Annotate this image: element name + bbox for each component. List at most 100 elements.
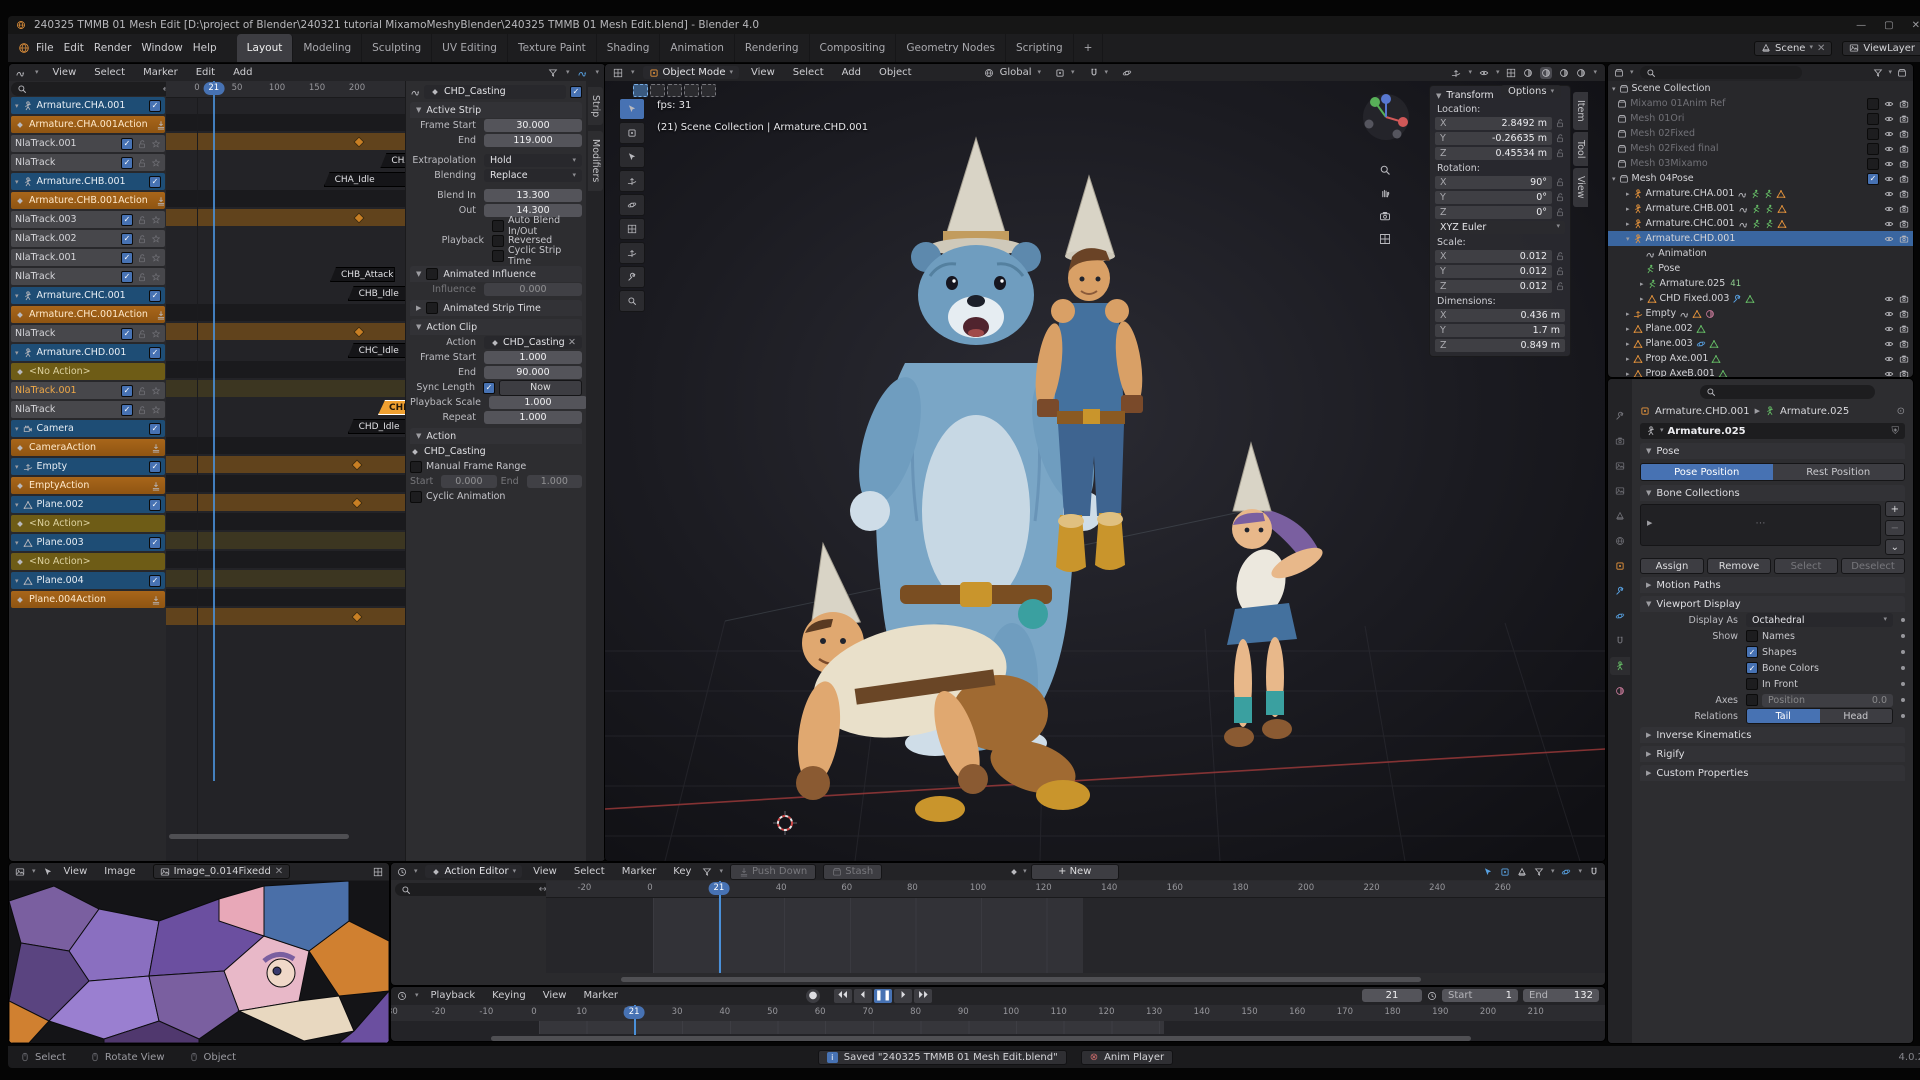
exclude-checkbox[interactable]	[1867, 128, 1879, 140]
transform-value-field[interactable]: Y-0.26635 m	[1435, 132, 1552, 145]
nla-track[interactable]: NlaTrack✓	[11, 154, 165, 171]
outliner-row[interactable]: ▸Prop Axe.001	[1608, 351, 1913, 366]
timeline-ruler[interactable]: -30-20-100102030405060708090100110120130…	[391, 1005, 1605, 1021]
viewport-3d[interactable]: ▾ Object Mode▾ ViewSelectAddObject Globa…	[604, 63, 1606, 862]
select-mode-extend[interactable]	[650, 84, 665, 97]
tweak-tool[interactable]	[619, 98, 645, 120]
strip-sync-icon[interactable]	[410, 87, 420, 97]
data-tab[interactable]	[1610, 657, 1630, 675]
nla-strip-row[interactable]	[166, 304, 405, 321]
frame-start-field[interactable]: Start1	[1442, 989, 1518, 1002]
menu-render[interactable]: Render	[90, 42, 135, 54]
dopesheet-ruler[interactable]: -200204060801001201401601802002202402602…	[546, 881, 1605, 898]
shading-rendered-icon[interactable]	[1576, 68, 1586, 78]
outliner-search-input[interactable]	[1640, 66, 1802, 79]
cyclic-anim-checkbox[interactable]	[410, 491, 422, 503]
keyframe-diamond[interactable]	[351, 497, 362, 508]
pin-icon[interactable]	[43, 867, 53, 877]
nla-track[interactable]: NlaTrack.001✓	[11, 249, 165, 266]
remove-button[interactable]: Remove	[1707, 558, 1771, 574]
relations-tail-button[interactable]: Tail	[1747, 709, 1820, 723]
exclude-checkbox[interactable]	[1867, 113, 1879, 125]
cancel-job-icon[interactable]: ⊗	[1090, 1052, 1098, 1063]
add-workspace-button[interactable]: +	[1074, 34, 1104, 62]
shapes-checkbox[interactable]: ✓	[1746, 646, 1758, 658]
nla-action-track[interactable]: CameraAction	[11, 439, 165, 456]
track-enable-checkbox[interactable]: ✓	[149, 461, 161, 473]
nla-object-track[interactable]: ▾Camera✓	[11, 420, 165, 437]
bone-collections-panel-header[interactable]: ▼Bone Collections	[1640, 485, 1905, 501]
exclude-checkbox[interactable]	[1867, 158, 1879, 170]
frame-end-field[interactable]: End132	[1523, 989, 1599, 1002]
outliner-display-mode-icon[interactable]	[1614, 68, 1624, 78]
outliner-row[interactable]: ▸CHD Fixed.003	[1608, 291, 1913, 306]
menu-object[interactable]: Object	[875, 67, 916, 78]
new-collection-icon[interactable]	[1897, 68, 1907, 78]
outliner-row[interactable]: ▾Scene Collection	[1608, 81, 1913, 96]
pose-position-button[interactable]: Pose Position	[1641, 464, 1773, 480]
nla-strip-row[interactable]	[166, 608, 405, 625]
overlays-icon[interactable]	[1479, 68, 1489, 78]
menu-edit[interactable]: Edit	[192, 67, 219, 78]
exclude-checkbox[interactable]: ✓	[1867, 173, 1879, 185]
blend-in-field[interactable]: 13.300	[484, 189, 582, 202]
rest-position-button[interactable]: Rest Position	[1773, 464, 1905, 480]
nla-strip[interactable]: CHA_Slash	[380, 153, 405, 168]
current-frame-badge[interactable]: 21	[708, 882, 729, 895]
influence-field[interactable]: 0.000	[484, 283, 582, 296]
transform-value-field[interactable]: Z0.849 m	[1435, 339, 1565, 352]
menu-edit[interactable]: Edit	[60, 42, 88, 54]
proportional-edit-icon[interactable]	[1122, 68, 1132, 78]
assign-button[interactable]: Assign	[1640, 558, 1704, 574]
jump-start-button[interactable]: ⏴⏴	[834, 989, 852, 1003]
pan-hand-icon[interactable]	[1375, 183, 1395, 203]
push-down-button[interactable]: Push Down	[730, 864, 816, 880]
rotate-tool[interactable]	[619, 194, 645, 216]
clip-start-field[interactable]: 1.000	[484, 351, 582, 364]
select-box-tool[interactable]	[619, 122, 645, 144]
menu-add[interactable]: Add	[229, 67, 256, 78]
nla-strip-row[interactable]	[166, 551, 405, 568]
tweak-icon[interactable]	[1483, 867, 1493, 877]
exclude-checkbox[interactable]	[1867, 98, 1879, 110]
nla-track[interactable]: NlaTrack✓	[11, 325, 165, 342]
output-tab[interactable]	[1610, 457, 1630, 475]
proportional-icon[interactable]	[1561, 867, 1571, 877]
menu-marker[interactable]: Marker	[139, 67, 182, 78]
workspace-tab-sculpting[interactable]: Sculpting	[362, 34, 432, 62]
nla-sync-icon[interactable]	[577, 68, 587, 78]
nla-strip[interactable]: CHC_Idle	[348, 343, 405, 358]
nla-track[interactable]: NlaTrack.003✓	[11, 211, 165, 228]
nla-strip-row[interactable]	[166, 532, 405, 549]
jump-end-button[interactable]: ⏵⏵	[914, 989, 932, 1003]
track-enable-checkbox[interactable]: ✓	[149, 347, 161, 359]
nla-track[interactable]: NlaTrack✓	[11, 268, 165, 285]
outliner-row[interactable]: Mesh 02Fixed final	[1608, 141, 1913, 156]
workspace-tab-animation[interactable]: Animation	[660, 34, 735, 62]
menu-marker[interactable]: Marker	[579, 990, 622, 1001]
custom-properties-panel-header[interactable]: ▶Custom Properties	[1640, 765, 1905, 781]
annotate-tool[interactable]	[619, 266, 645, 288]
constraint-tab[interactable]	[1610, 632, 1630, 650]
nla-strip-row[interactable]	[166, 570, 405, 587]
nla-strip-row[interactable]	[166, 228, 405, 245]
track-mute-checkbox[interactable]: ✓	[121, 233, 133, 245]
track-enable-checkbox[interactable]: ✓	[149, 176, 161, 188]
sync-length-checkbox[interactable]: ✓	[483, 382, 495, 394]
transform-value-field[interactable]: Y0.012	[1435, 265, 1552, 278]
transform-value-field[interactable]: Z0°	[1435, 206, 1552, 219]
nla-track[interactable]: NlaTrack✓	[11, 401, 165, 418]
menu-window[interactable]: Window	[137, 42, 186, 54]
sync-now-button[interactable]: Now	[499, 380, 582, 396]
image-datablock-field[interactable]: Image_0.014Fixedd✕	[153, 864, 291, 879]
cursor-tool[interactable]	[619, 146, 645, 168]
editor-type-icon[interactable]	[15, 68, 25, 78]
select-button[interactable]: Select	[1774, 558, 1838, 574]
scene-tab[interactable]	[1610, 507, 1630, 525]
render-tab[interactable]	[1610, 432, 1630, 450]
keyframe-diamond[interactable]	[353, 136, 364, 147]
pause-button[interactable]: ❚❚	[874, 989, 892, 1003]
transform-value-field[interactable]: X2.8492 m	[1435, 117, 1552, 130]
push-down-icon[interactable]	[151, 443, 161, 453]
menu-select[interactable]: Select	[570, 866, 609, 877]
